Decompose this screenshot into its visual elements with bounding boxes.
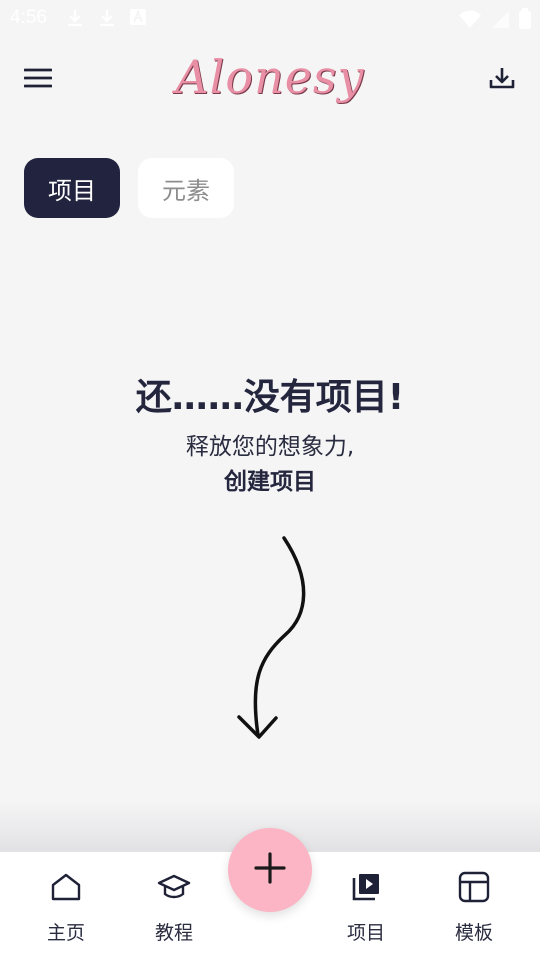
nav-label-templates: 模板 [454,922,493,944]
wifi-icon [458,9,482,34]
empty-state-cta: 创建项目 [224,469,316,495]
template-icon [424,868,524,906]
tab-elements[interactable]: 元素 [138,158,234,218]
empty-state-title: 还……没有项目! [135,377,405,418]
battery-icon [518,8,532,35]
curved-arrow-icon [237,536,306,739]
status-time: 4:56 [10,7,47,28]
status-bar: 4:56 [0,0,540,36]
home-icon [16,868,116,906]
app-bar: Alonesy [0,44,540,116]
nav-item-home[interactable]: 主页 [16,868,116,945]
app-logo: Alonesy [175,50,365,104]
download-icon [65,8,85,28]
nav-label-tutorial: 教程 [154,922,193,944]
download-button[interactable] [482,62,522,98]
nav-item-tutorial[interactable]: 教程 [124,868,224,945]
nav-item-projects[interactable]: 项目 [316,868,416,945]
nav-label-projects: 项目 [346,922,385,944]
download-icon [489,66,515,94]
plus-icon [253,851,287,889]
tab-projects[interactable]: 项目 [24,158,120,218]
graduation-cap-icon [124,868,224,906]
download-icon [97,8,117,28]
signal-icon [490,9,510,34]
app-icon [129,8,149,28]
create-project-button[interactable] [228,828,312,912]
nav-label-home: 主页 [46,922,85,944]
video-library-icon [316,868,416,906]
empty-state-subtitle: 释放您的想象力, [185,434,355,460]
nav-item-templates[interactable]: 模板 [424,868,524,945]
